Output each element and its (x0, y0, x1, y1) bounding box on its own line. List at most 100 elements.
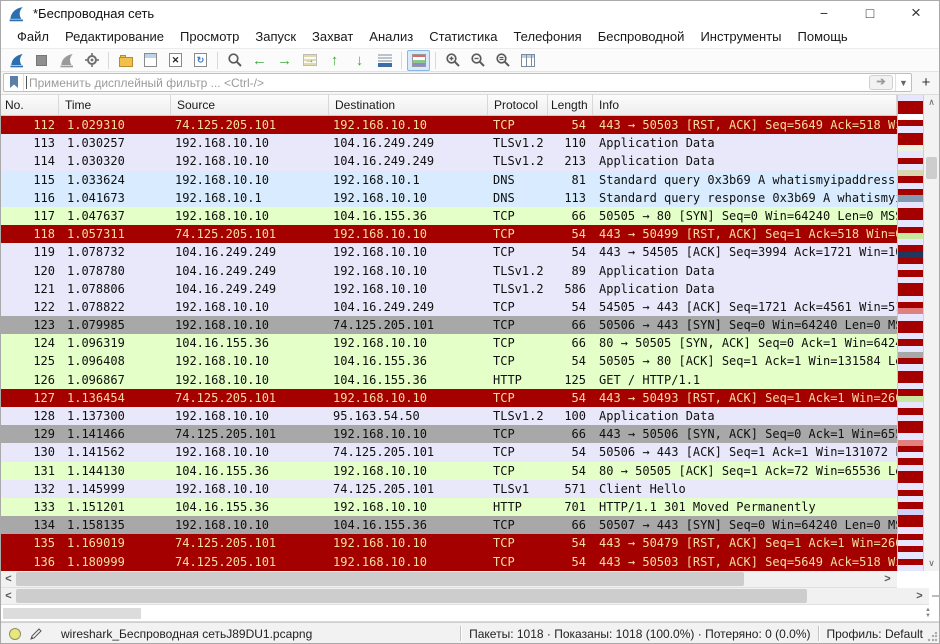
menu-item-3[interactable]: Просмотр (172, 26, 247, 47)
cell-len: 54 (548, 352, 593, 370)
scroll-right-icon[interactable]: > (912, 588, 927, 604)
capture-comment-icon[interactable] (29, 627, 43, 641)
packet-row-117[interactable]: 1171.047637192.168.10.10104.16.155.36TCP… (1, 207, 897, 225)
packet-row-120[interactable]: 1201.078780104.16.249.249192.168.10.10TL… (1, 262, 897, 280)
pane-resize-handle[interactable] (932, 595, 940, 597)
close-button[interactable]: × (893, 1, 939, 25)
stop-capture-icon[interactable] (30, 50, 53, 71)
column-header-no[interactable]: No. (1, 95, 59, 115)
packet-row-132[interactable]: 1321.145999192.168.10.1074.125.205.101TL… (1, 480, 897, 498)
colorize-icon[interactable] (407, 50, 430, 71)
go-to-packet-icon[interactable]: → (298, 50, 321, 71)
scroll-up-icon[interactable]: ∧ (924, 95, 939, 110)
horizontal-scrollbar-thumb[interactable] (16, 589, 807, 603)
apply-filter-button[interactable]: ➔ (869, 75, 893, 90)
horizontal-scrollbar-thumb[interactable] (16, 572, 744, 586)
minimize-button[interactable]: − (801, 1, 847, 25)
menu-item-7[interactable]: Статистика (421, 26, 505, 47)
packet-row-114[interactable]: 1141.030320192.168.10.10104.16.249.249TL… (1, 152, 897, 170)
packet-row-126[interactable]: 1261.096867192.168.10.10104.16.155.36HTT… (1, 371, 897, 389)
packet-row-116[interactable]: 1161.041673192.168.10.1192.168.10.10DNS1… (1, 189, 897, 207)
packet-row-123[interactable]: 1231.079985192.168.10.1074.125.205.101TC… (1, 316, 897, 334)
restart-capture-icon[interactable] (55, 50, 78, 71)
packet-row-128[interactable]: 1281.137300192.168.10.1095.163.54.50TLSv… (1, 407, 897, 425)
menu-item-1[interactable]: Файл (9, 26, 57, 47)
packet-row-121[interactable]: 1211.078806104.16.249.249192.168.10.10TL… (1, 280, 897, 298)
cell-info: Application Data (593, 134, 897, 152)
menu-item-11[interactable]: Помощь (790, 26, 856, 47)
cell-dst: 104.16.155.36 (329, 371, 488, 389)
scroll-down-icon[interactable]: ∨ (924, 556, 939, 571)
vertical-scrollbar[interactable]: ∧ ∨ (924, 95, 939, 571)
cell-src: 192.168.10.10 (171, 134, 329, 152)
cell-time: 1.078806 (59, 280, 171, 298)
packet-row-130[interactable]: 1301.141562192.168.10.1074.125.205.101TC… (1, 443, 897, 461)
packet-row-127[interactable]: 1271.13645474.125.205.101192.168.10.10TC… (1, 389, 897, 407)
horizontal-scrollbar-packet-list[interactable]: < > (1, 571, 897, 588)
go-forward-icon[interactable]: → (273, 50, 296, 71)
go-top-icon[interactable]: ↑ (323, 50, 346, 71)
packet-row-129[interactable]: 1291.14146674.125.205.101192.168.10.10TC… (1, 425, 897, 443)
column-header-protocol[interactable]: Protocol (488, 95, 548, 115)
start-capture-icon[interactable] (5, 50, 28, 71)
menu-item-10[interactable]: Инструменты (692, 26, 789, 47)
display-filter-input[interactable]: Применить дисплейный фильтр ... <Ctrl-/>… (3, 73, 912, 92)
scroll-left-icon[interactable]: < (1, 588, 16, 604)
capture-options-icon[interactable] (80, 50, 103, 71)
cell-src: 192.168.10.10 (171, 352, 329, 370)
packet-row-124[interactable]: 1241.096319104.16.155.36192.168.10.10TCP… (1, 334, 897, 352)
menu-item-4[interactable]: Запуск (247, 26, 304, 47)
column-header-time[interactable]: Time (59, 95, 171, 115)
menu-item-6[interactable]: Анализ (361, 26, 421, 47)
packet-row-135[interactable]: 1351.16901974.125.205.101192.168.10.10TC… (1, 534, 897, 552)
packet-row-134[interactable]: 1341.158135192.168.10.10104.16.155.36TCP… (1, 516, 897, 534)
reload-file-icon[interactable]: ↻ (189, 50, 212, 71)
resize-columns-icon[interactable] (516, 50, 539, 71)
zoom-in-icon[interactable] (441, 50, 464, 71)
zoom-reset-icon[interactable] (491, 50, 514, 71)
column-header-info[interactable]: Info (593, 95, 897, 115)
column-header-source[interactable]: Source (171, 95, 329, 115)
open-file-icon[interactable] (114, 50, 137, 71)
packet-row-125[interactable]: 1251.096408192.168.10.10104.16.155.36TCP… (1, 352, 897, 370)
column-header-length[interactable]: Length (548, 95, 593, 115)
packet-row-133[interactable]: 1331.151201104.16.155.36192.168.10.10HTT… (1, 498, 897, 516)
capture-filename[interactable]: wireshark_Беспроводная сетьJ89DU1.pcapng (61, 627, 312, 641)
menu-item-2[interactable]: Редактирование (57, 26, 172, 47)
vertical-scrollbar-thumb[interactable] (926, 157, 937, 179)
go-back-icon[interactable]: ← (248, 50, 271, 71)
profile[interactable]: Профиль: Default (827, 627, 924, 641)
add-filter-button[interactable]: + (917, 72, 935, 93)
menu-item-8[interactable]: Телефония (505, 26, 589, 47)
packet-row-119[interactable]: 1191.078732104.16.249.249192.168.10.10TC… (1, 243, 897, 261)
scroll-right-icon[interactable]: > (880, 571, 895, 587)
cell-len: 54 (548, 462, 593, 480)
zoom-out-icon[interactable] (466, 50, 489, 71)
expert-info-icon[interactable] (9, 628, 21, 640)
maximize-button[interactable]: □ (847, 1, 893, 25)
packet-row-136[interactable]: 1361.18099974.125.205.101192.168.10.10TC… (1, 553, 897, 571)
cell-src: 104.16.155.36 (171, 334, 329, 352)
filter-dropdown-icon[interactable]: ▼ (895, 74, 911, 91)
packet-row-115[interactable]: 1151.033624192.168.10.10192.168.10.1DNS8… (1, 171, 897, 189)
save-file-icon[interactable] (139, 50, 162, 71)
go-bottom-icon[interactable]: ↓ (348, 50, 371, 71)
find-packet-icon[interactable] (223, 50, 246, 71)
column-header-destination[interactable]: Destination (329, 95, 488, 115)
menu-item-5[interactable]: Захват (304, 26, 361, 47)
cell-src: 192.168.10.10 (171, 207, 329, 225)
packet-row-131[interactable]: 1311.144130104.16.155.36192.168.10.10TCP… (1, 462, 897, 480)
filter-bookmark-icon[interactable] (4, 74, 24, 91)
close-file-icon[interactable]: ✕ (164, 50, 187, 71)
menu-item-9[interactable]: Беспроводной (590, 26, 693, 47)
horizontal-scrollbar-secondary[interactable]: < > (1, 588, 929, 605)
window-resize-grip[interactable] (927, 632, 937, 642)
pane-spinner-icon[interactable]: ▲▼ (925, 607, 931, 619)
packet-row-112[interactable]: 1121.02931074.125.205.101192.168.10.10TC… (1, 116, 897, 134)
auto-scroll-icon[interactable] (373, 50, 396, 71)
scroll-left-icon[interactable]: < (1, 571, 16, 587)
packet-row-122[interactable]: 1221.078822192.168.10.10104.16.249.249TC… (1, 298, 897, 316)
packet-row-113[interactable]: 1131.030257192.168.10.10104.16.249.249TL… (1, 134, 897, 152)
packet-row-118[interactable]: 1181.05731174.125.205.101192.168.10.10TC… (1, 225, 897, 243)
intelligent-scrollbar-minimap[interactable] (898, 95, 924, 571)
